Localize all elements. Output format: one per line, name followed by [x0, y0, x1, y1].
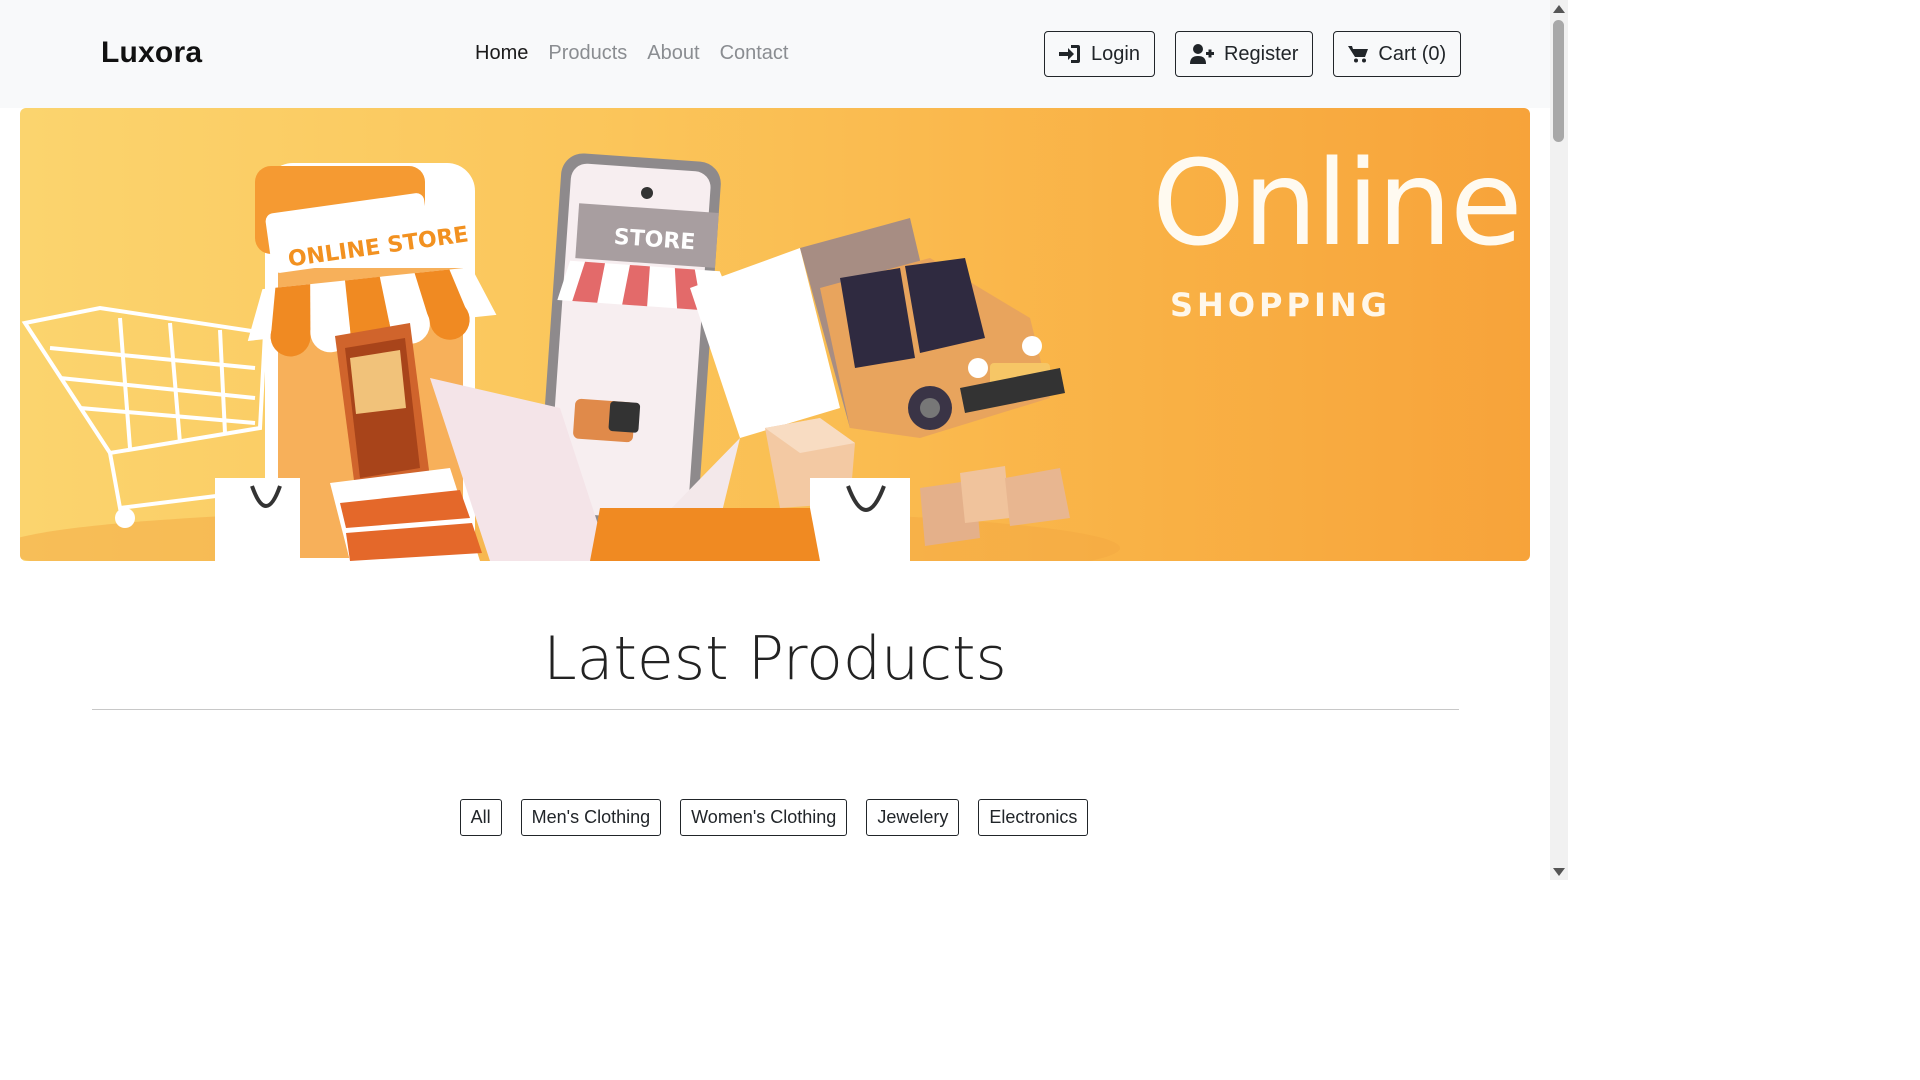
nav-buttons: Login Register Cart (0): [1044, 31, 1462, 77]
section-title: Latest Products: [543, 624, 1007, 694]
filter-mens-clothing-button[interactable]: Men's Clothing: [520, 799, 662, 836]
nav-links: Home Products About Contact: [475, 42, 789, 65]
filter-all-button[interactable]: All: [459, 799, 502, 836]
filter-jewelery-button[interactable]: Jewelery: [866, 799, 960, 836]
nav-link-products[interactable]: Products: [548, 42, 627, 65]
login-label: Login: [1091, 42, 1140, 65]
login-button[interactable]: Login: [1044, 31, 1155, 77]
hero-title: Online.: [1152, 134, 1530, 272]
brand-logo[interactable]: Luxora: [101, 36, 202, 70]
sign-in-icon: [1059, 45, 1080, 63]
scroll-up-arrow-icon[interactable]: [1553, 5, 1565, 13]
hero-subtitle: SHOPPING: [1170, 286, 1391, 324]
cart-label: Cart (0): [1378, 42, 1447, 65]
filter-womens-clothing-button[interactable]: Women's Clothing: [680, 799, 848, 836]
nav-link-contact[interactable]: Contact: [720, 42, 789, 65]
register-label: Register: [1223, 42, 1299, 65]
page: Luxora Home Products About Contact Login: [0, 0, 1568, 880]
cart-icon: [1348, 46, 1369, 63]
nav-link-about[interactable]: About: [647, 42, 699, 65]
user-plus-icon: [1189, 44, 1214, 64]
scrollbar-thumb[interactable]: [1553, 20, 1564, 142]
scroll-down-arrow-icon[interactable]: [1553, 868, 1565, 876]
register-button[interactable]: Register: [1174, 31, 1314, 77]
cart-button[interactable]: Cart (0): [1333, 31, 1462, 77]
vertical-scrollbar[interactable]: [1550, 0, 1568, 880]
filter-electronics-button[interactable]: Electronics: [978, 799, 1089, 836]
navbar: Luxora Home Products About Contact Login: [0, 0, 1550, 108]
hero-banner: ONLINE STORE STORE Online. SHOPPING: [20, 108, 1530, 561]
section-divider: [92, 709, 1459, 710]
category-filters: All Men's Clothing Women's Clothing Jewe…: [0, 799, 1548, 836]
nav-link-home[interactable]: Home: [475, 42, 528, 65]
